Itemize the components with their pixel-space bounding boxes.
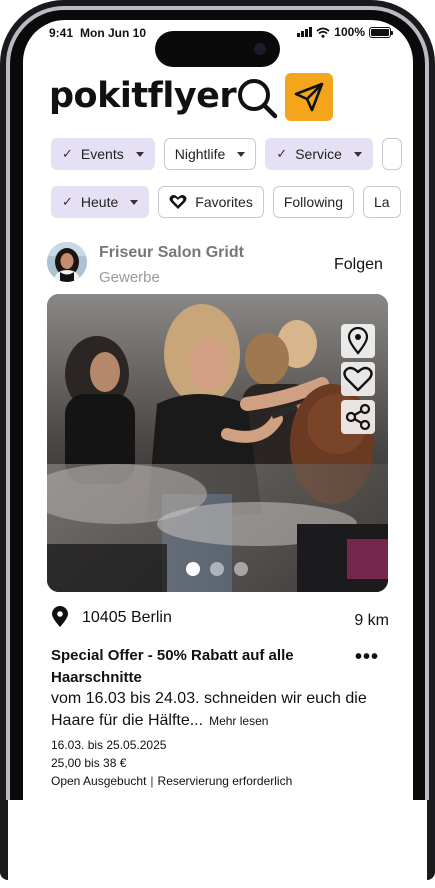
share-button[interactable] [341,400,375,434]
post-location: 10405 Berlin [82,609,172,626]
chip-label: Service [295,146,342,162]
carousel-dot[interactable] [210,562,224,576]
post-distance: 9 km [354,612,389,629]
status-reservation: Reservierung erforderlich [157,774,293,788]
chip-label: La [373,194,390,210]
signal-icon [297,27,313,37]
carousel-dot[interactable] [234,562,248,576]
heart-icon [343,366,373,392]
app-screen: 9:41 Mon Jun 10 100% pokitflyer ✓ Events… [23,20,413,800]
carousel-dot[interactable] [186,562,200,576]
search-button[interactable] [235,76,279,120]
more-options-icon[interactable]: ••• [355,646,379,669]
carousel-dots [186,562,248,576]
send-flyer-button[interactable] [285,73,333,121]
time-filter-row: ✓ Heute Favorites Following La [51,186,401,218]
filter-chip-la[interactable]: La [362,186,401,218]
filter-chip-following[interactable]: Following [272,186,354,218]
chip-label: Nightlife [174,146,226,162]
phone-edge-left [0,800,8,880]
chip-label: Following [283,194,343,210]
checkmark-icon: ✓ [276,146,288,161]
avatar[interactable] [47,242,87,282]
battery-percent: 100% [334,25,365,39]
chevron-down-icon [135,151,144,157]
dynamic-island [155,31,280,67]
status-time: 9:41 [49,26,74,40]
battery-icon [369,26,393,38]
status-open: Open Ausgebucht [51,774,147,788]
post-action-stack [341,324,375,434]
chevron-down-icon [237,151,246,157]
chip-label: Events [80,146,124,162]
author-category: Gewerbe [99,269,160,286]
filter-chip-overflow[interactable] [381,138,402,170]
filter-chip-events[interactable]: ✓ Events [51,138,155,170]
share-icon [345,403,371,431]
checkmark-icon: ✓ [62,194,73,209]
follow-button[interactable]: Folgen [334,256,383,274]
wifi-icon [316,27,330,38]
post-date-range: 16.03. bis 25.05.2025 [51,738,167,752]
status-date: Mon Jun 10 [80,26,147,40]
camera-icon [254,43,266,55]
chevron-down-icon [130,199,139,205]
paper-plane-icon [294,82,324,112]
app-logo: pokitflyer [49,76,237,116]
post-image-carousel[interactable] [47,294,388,592]
map-pin-button[interactable] [341,324,375,358]
map-pin-icon [347,327,369,355]
chevron-down-icon [353,151,362,157]
read-more-link[interactable]: Mehr lesen [209,714,268,728]
post-status-line: Open Ausgebucht | Reservierung erforderlic… [51,774,292,788]
post-title: Special Offer - 50% Rabatt auf alle Haar… [51,647,294,686]
post-price-range: 25,00 bis 38 € [51,756,127,770]
filter-chip-heute[interactable]: ✓ Heute [51,186,150,218]
filter-chip-service[interactable]: ✓ Service [265,138,373,170]
post-description: vom 16.03 bis 24.03. schneiden wir euch … [51,688,371,732]
phone-edge-right [427,800,435,880]
avatar-image [47,242,87,282]
favorite-button[interactable] [341,362,375,396]
author-name[interactable]: Friseur Salon Gridt [99,244,244,262]
filter-chip-nightlife[interactable]: Nightlife [163,138,257,170]
divider: | [150,774,154,788]
status-indicators: 100% [297,25,393,39]
location-pin-icon [51,606,69,633]
checkmark-icon: ✓ [62,146,73,161]
category-filter-row: ✓ Events Nightlife ✓ Service [51,138,402,170]
salon-photo [47,294,388,592]
chip-label: Favorites [195,194,253,210]
page-background [0,800,435,888]
heart-icon [169,195,187,209]
chip-label: Heute [80,194,119,210]
search-icon [238,79,278,119]
status-bar: 9:41 Mon Jun 10 100% [23,20,413,67]
filter-chip-favorites[interactable]: Favorites [158,186,264,218]
